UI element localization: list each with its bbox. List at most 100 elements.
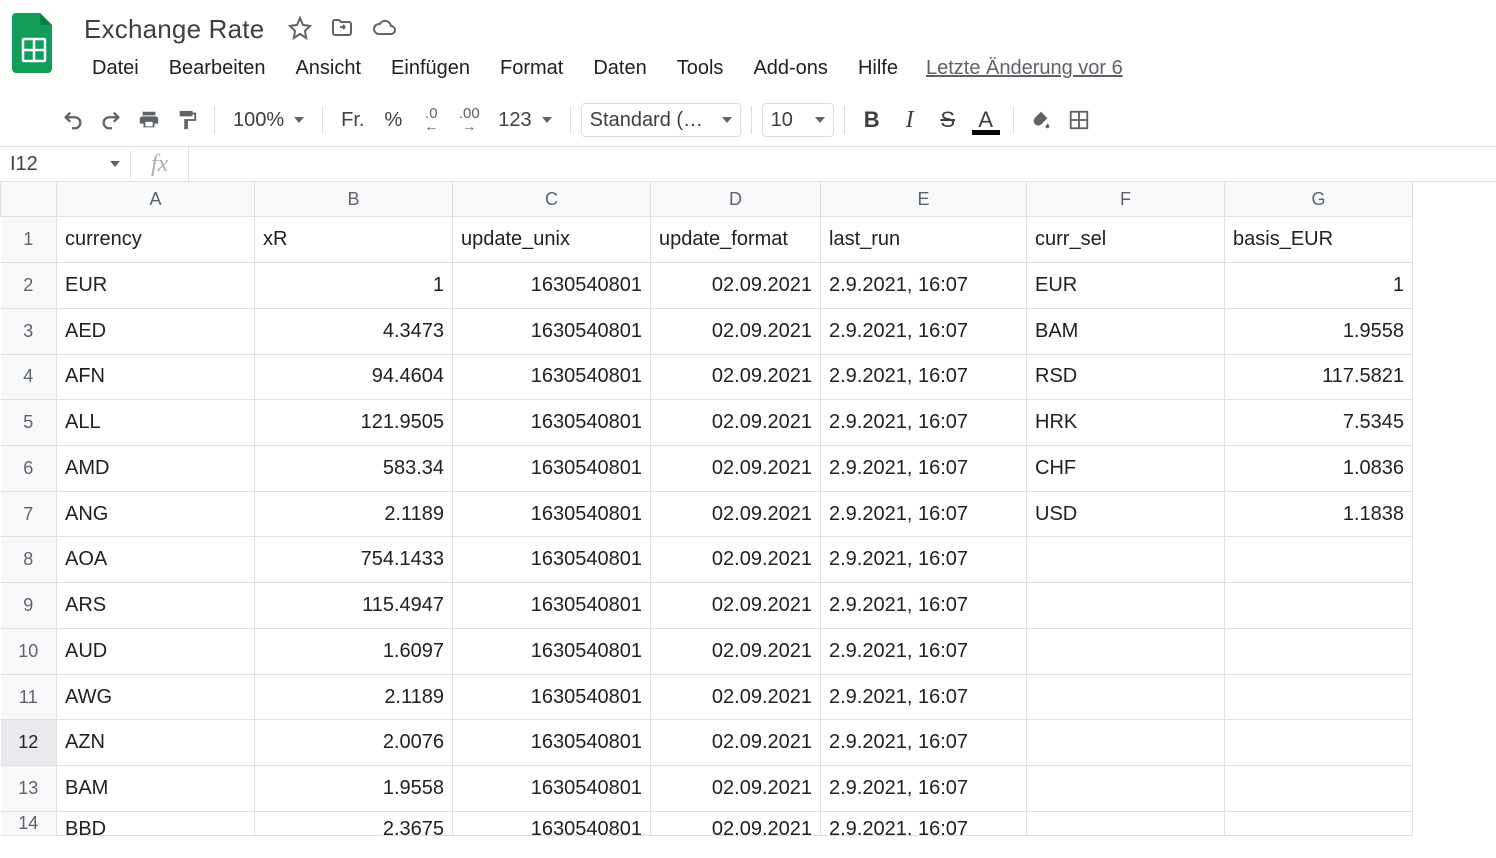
cell[interactable]: 2.9.2021, 16:07 xyxy=(821,811,1027,835)
row-header[interactable]: 2 xyxy=(1,263,57,309)
cell[interactable]: 1.9558 xyxy=(255,766,453,812)
fill-color-button[interactable] xyxy=(1024,103,1058,137)
cell[interactable]: 583.34 xyxy=(255,446,453,492)
cell[interactable]: 1630540801 xyxy=(453,263,651,309)
row-header[interactable]: 4 xyxy=(1,354,57,400)
font-size-select[interactable]: 10 xyxy=(762,103,834,137)
cell[interactable]: ALL xyxy=(57,400,255,446)
cell[interactable]: AOA xyxy=(57,537,255,583)
cell[interactable] xyxy=(1225,628,1413,674)
row-header[interactable]: 9 xyxy=(1,583,57,629)
cell[interactable]: 121.9505 xyxy=(255,400,453,446)
cell[interactable]: 1630540801 xyxy=(453,583,651,629)
strikethrough-button[interactable]: S xyxy=(931,103,965,137)
cell[interactable]: 2.9.2021, 16:07 xyxy=(821,400,1027,446)
col-header-D[interactable]: D xyxy=(651,182,821,217)
cell[interactable]: 02.09.2021 xyxy=(651,766,821,812)
cloud-status-icon[interactable] xyxy=(372,16,398,43)
cell[interactable]: 4.3473 xyxy=(255,308,453,354)
name-box[interactable]: I12 xyxy=(0,153,130,176)
bold-button[interactable]: B xyxy=(855,103,889,137)
cell[interactable]: 1630540801 xyxy=(453,537,651,583)
col-header-G[interactable]: G xyxy=(1225,182,1413,217)
cell[interactable]: CHF xyxy=(1027,446,1225,492)
text-color-button[interactable]: A xyxy=(969,103,1003,137)
cell[interactable]: 02.09.2021 xyxy=(651,674,821,720)
cell[interactable]: ANG xyxy=(57,491,255,537)
cell[interactable]: 02.09.2021 xyxy=(651,308,821,354)
cell[interactable] xyxy=(1027,583,1225,629)
cell[interactable] xyxy=(1225,537,1413,583)
cell[interactable] xyxy=(1225,720,1413,766)
cell[interactable] xyxy=(1027,674,1225,720)
col-header-E[interactable]: E xyxy=(821,182,1027,217)
col-header-C[interactable]: C xyxy=(453,182,651,217)
row-header[interactable]: 13 xyxy=(1,766,57,812)
cell[interactable]: 1630540801 xyxy=(453,354,651,400)
cell[interactable]: HRK xyxy=(1027,400,1225,446)
menu-data[interactable]: Daten xyxy=(579,53,660,84)
cell[interactable]: 2.1189 xyxy=(255,491,453,537)
cell[interactable]: 02.09.2021 xyxy=(651,720,821,766)
cell[interactable]: 2.9.2021, 16:07 xyxy=(821,628,1027,674)
cell[interactable]: BAM xyxy=(1027,308,1225,354)
cell[interactable]: AMD xyxy=(57,446,255,492)
cell[interactable] xyxy=(1225,674,1413,720)
more-formats-button[interactable]: 123 xyxy=(490,103,559,137)
cell[interactable]: EUR xyxy=(1027,263,1225,309)
menu-view[interactable]: Ansicht xyxy=(281,53,375,84)
cell[interactable]: 117.5821 xyxy=(1225,354,1413,400)
cell[interactable]: xR xyxy=(255,217,453,263)
col-header-B[interactable]: B xyxy=(255,182,453,217)
cell[interactable]: 02.09.2021 xyxy=(651,583,821,629)
cell[interactable]: 1630540801 xyxy=(453,811,651,835)
cell[interactable] xyxy=(1225,766,1413,812)
cell[interactable]: 1.6097 xyxy=(255,628,453,674)
spreadsheet-grid[interactable]: A B C D E F G 1currencyxRupdate_unixupda… xyxy=(0,182,1496,836)
row-header[interactable]: 14 xyxy=(1,811,57,835)
cell[interactable]: 2.9.2021, 16:07 xyxy=(821,537,1027,583)
row-header[interactable]: 10 xyxy=(1,628,57,674)
cell[interactable]: last_run xyxy=(821,217,1027,263)
cell[interactable]: 02.09.2021 xyxy=(651,537,821,583)
cell[interactable]: 1630540801 xyxy=(453,720,651,766)
cell[interactable]: 2.1189 xyxy=(255,674,453,720)
document-title[interactable]: Exchange Rate xyxy=(78,12,270,47)
cell[interactable]: update_unix xyxy=(453,217,651,263)
cell[interactable]: 02.09.2021 xyxy=(651,354,821,400)
cell[interactable]: 2.9.2021, 16:07 xyxy=(821,446,1027,492)
formula-input[interactable] xyxy=(188,147,1496,181)
cell[interactable]: 1 xyxy=(1225,263,1413,309)
cell[interactable]: curr_sel xyxy=(1027,217,1225,263)
cell[interactable]: 1630540801 xyxy=(453,308,651,354)
row-header[interactable]: 7 xyxy=(1,491,57,537)
cell[interactable]: update_format xyxy=(651,217,821,263)
cell[interactable]: 02.09.2021 xyxy=(651,811,821,835)
cell[interactable]: BBD xyxy=(57,811,255,835)
menu-file[interactable]: Datei xyxy=(78,53,153,84)
select-all-corner[interactable] xyxy=(1,182,57,217)
row-header[interactable]: 6 xyxy=(1,446,57,492)
cell[interactable] xyxy=(1027,720,1225,766)
font-select[interactable]: Standard (… xyxy=(581,103,741,137)
row-header[interactable]: 5 xyxy=(1,400,57,446)
cell[interactable]: 1630540801 xyxy=(453,674,651,720)
cell[interactable]: 2.9.2021, 16:07 xyxy=(821,674,1027,720)
row-header[interactable]: 8 xyxy=(1,537,57,583)
cell[interactable] xyxy=(1027,811,1225,835)
format-currency-button[interactable]: Fr. xyxy=(333,103,372,137)
cell[interactable]: USD xyxy=(1027,491,1225,537)
sheets-logo[interactable] xyxy=(8,8,60,78)
cell[interactable]: AFN xyxy=(57,354,255,400)
cell[interactable]: BAM xyxy=(57,766,255,812)
cell[interactable]: basis_EUR xyxy=(1225,217,1413,263)
print-button[interactable] xyxy=(132,103,166,137)
cell[interactable]: 02.09.2021 xyxy=(651,400,821,446)
row-header[interactable]: 3 xyxy=(1,308,57,354)
paint-format-button[interactable] xyxy=(170,103,204,137)
menu-tools[interactable]: Tools xyxy=(663,53,738,84)
cell[interactable]: 02.09.2021 xyxy=(651,446,821,492)
menu-format[interactable]: Format xyxy=(486,53,577,84)
cell[interactable]: 2.9.2021, 16:07 xyxy=(821,263,1027,309)
cell[interactable]: 115.4947 xyxy=(255,583,453,629)
